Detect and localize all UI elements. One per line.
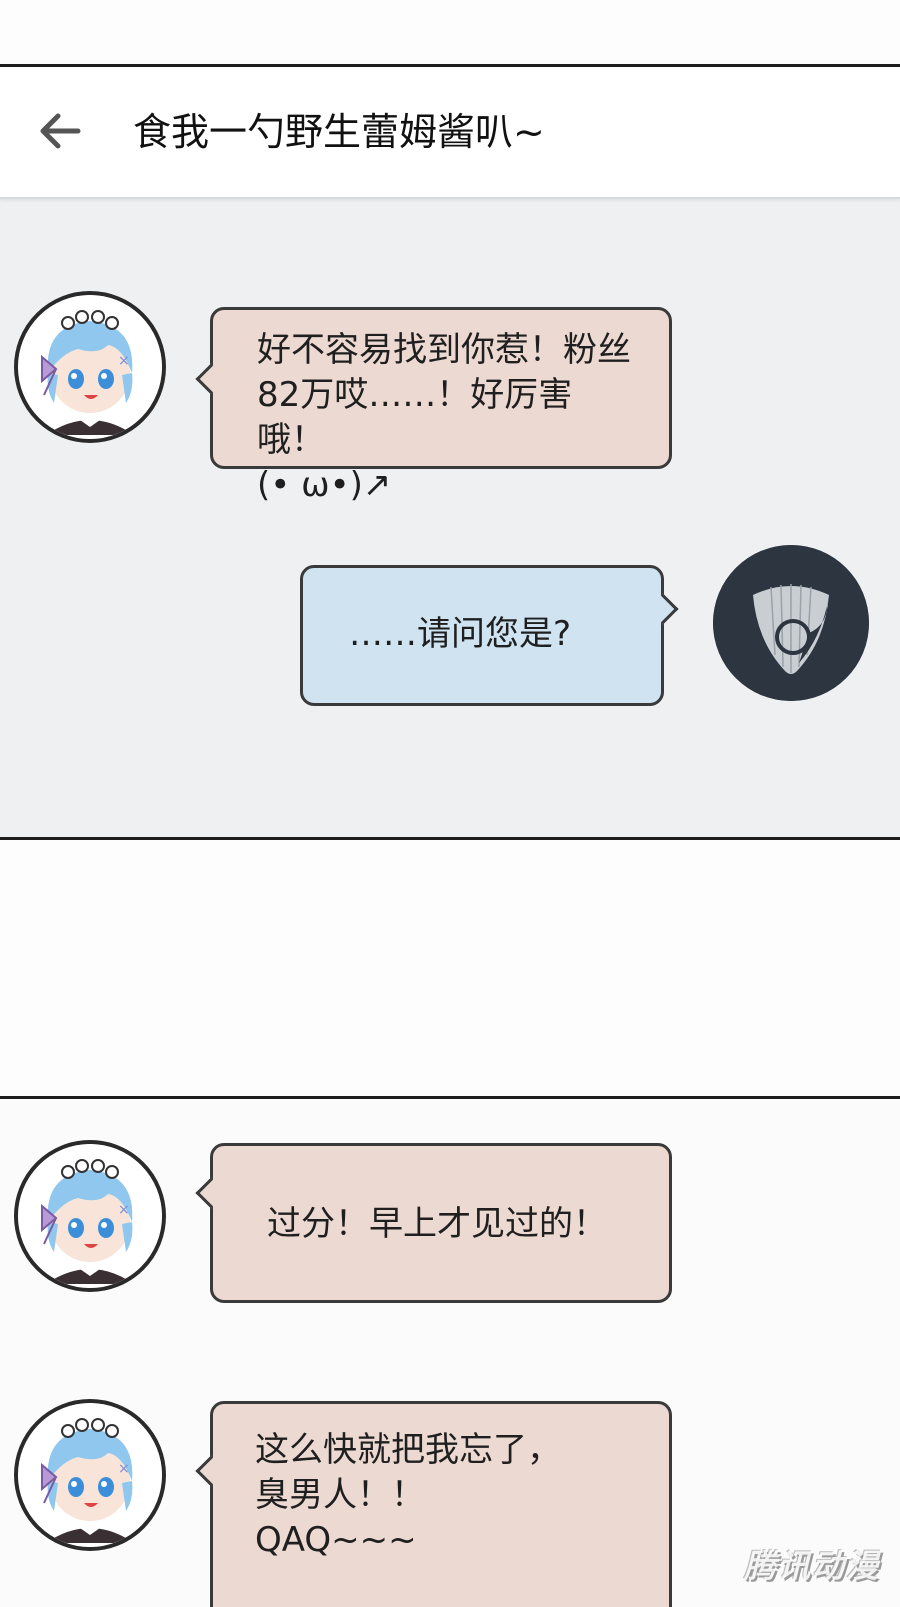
svg-text:×: ×	[118, 353, 130, 369]
message-bubble-self: ……请问您是?	[300, 565, 679, 706]
message-bubble: 这么快就把我忘了， 臭男人！！ QAQ~~~	[195, 1401, 672, 1607]
message-bubble: 过分！早上才见过的！	[195, 1143, 672, 1303]
arrow-left-icon	[40, 113, 81, 149]
back-button[interactable]	[34, 105, 86, 157]
message-text: 这么快就把我忘了， 臭男人！！ QAQ~~~	[255, 1430, 561, 1560]
guitar-pick-avatar[interactable]	[713, 545, 869, 701]
comic-panel-chat: 食我一勺野生蕾姆酱叭~ × 好不容易找到你惹！粉丝 82万哎……！好厉害哦！ (	[0, 64, 900, 840]
svg-text:×: ×	[118, 1202, 130, 1218]
rem-avatar[interactable]: ×	[14, 1399, 166, 1551]
watermark-logo: 腾讯动漫	[743, 1547, 880, 1585]
message-text: ……请问您是?	[349, 614, 572, 654]
svg-text:×: ×	[118, 1461, 130, 1477]
rem-avatar[interactable]: ×	[14, 291, 166, 443]
message-text: 好不容易找到你惹！粉丝 82万哎……！好厉害哦！ (• ω•)↗	[257, 330, 631, 505]
message-text: 过分！早上才见过的！	[267, 1204, 607, 1244]
comic-panel-chat-continued: × 过分！早上才见过的！ × 这么快就把我忘了， 臭男人！！ QAQ~~~	[0, 1096, 900, 1607]
message-bubble: 好不容易找到你惹！粉丝 82万哎……！好厉害哦！ (• ω•)↗	[195, 307, 672, 505]
rem-avatar[interactable]: ×	[14, 1140, 166, 1292]
chat-title: 食我一勺野生蕾姆酱叭~	[133, 110, 545, 154]
chat-title-bar: 食我一勺野生蕾姆酱叭~	[0, 67, 900, 199]
